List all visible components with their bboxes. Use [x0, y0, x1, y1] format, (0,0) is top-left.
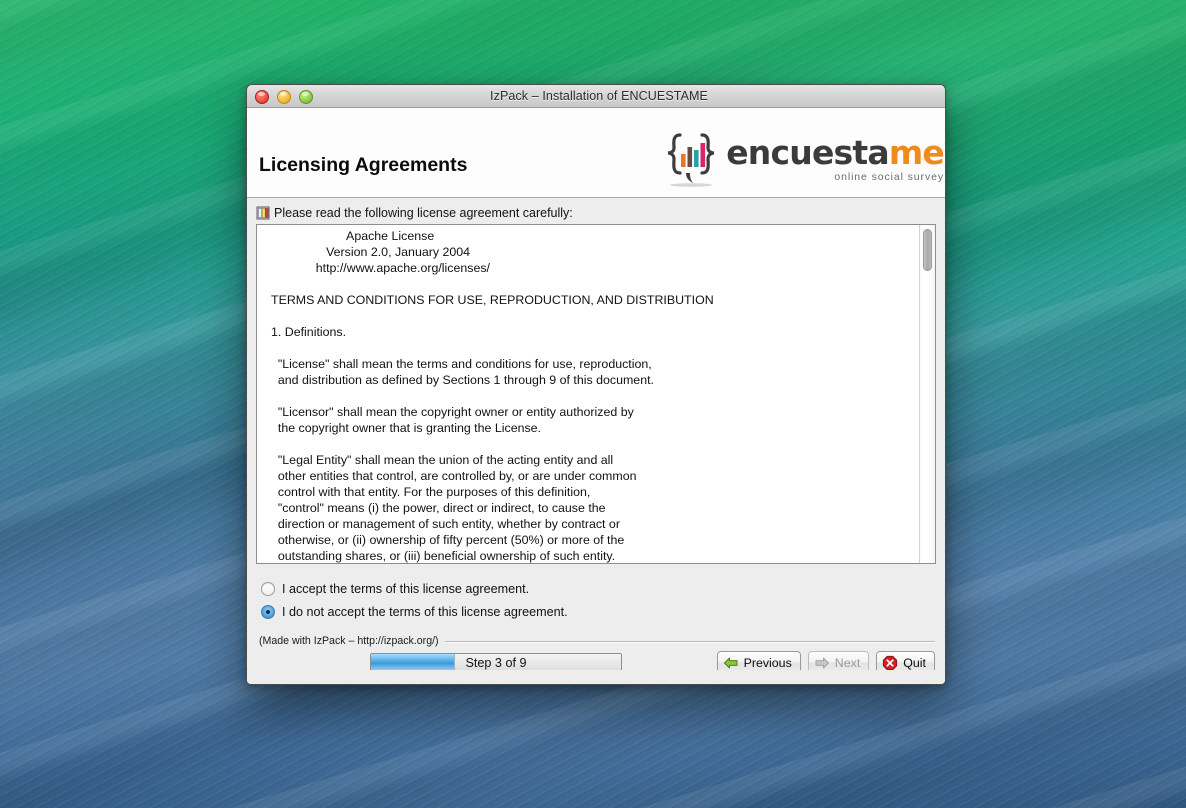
license-content-area: Please read the following license agreem…	[247, 198, 945, 569]
radio-decline-label: I do not accept the terms of this licens…	[282, 604, 568, 619]
logo-word-part1: encuesta	[726, 132, 889, 172]
read-instruction-text: Please read the following license agreem…	[274, 205, 573, 220]
radio-decline-license[interactable]: I do not accept the terms of this licens…	[261, 600, 945, 623]
window-bottom-edge	[247, 670, 945, 684]
window-title: IzPack – Installation of ENCUESTAME	[490, 89, 708, 103]
quit-button-label: Quit	[903, 655, 926, 670]
license-choice-group: I accept the terms of this license agree…	[247, 569, 945, 623]
license-scrollbar[interactable]	[919, 225, 935, 563]
progress-bar-label: Step 3 of 9	[465, 655, 527, 670]
made-with-row: (Made with IzPack – http://izpack.org/)	[259, 635, 935, 647]
arrow-right-icon	[814, 655, 830, 671]
made-with-izpack-text: (Made with IzPack – http://izpack.org/)	[259, 635, 439, 647]
logo-word: encuestame	[726, 132, 945, 172]
book-icon	[256, 206, 270, 220]
page-title: Licensing Agreements	[259, 154, 468, 176]
page-header: Licensing Agreements encuestame online s…	[247, 108, 945, 198]
installer-window: IzPack – Installation of ENCUESTAME Lice…	[246, 84, 946, 685]
minimize-button[interactable]	[277, 90, 291, 104]
logo-bars-bracket-icon	[660, 128, 722, 190]
license-text-box[interactable]: Apache License Version 2.0, January 2004…	[256, 224, 936, 564]
radio-accept-license[interactable]: I accept the terms of this license agree…	[261, 577, 945, 600]
license-scrollbar-thumb[interactable]	[923, 229, 932, 271]
stop-x-icon	[882, 655, 898, 671]
radio-decline-indicator[interactable]	[261, 604, 275, 619]
footer-divider	[444, 640, 935, 642]
next-button-label: Next	[834, 655, 861, 670]
logo-word-part2: me	[888, 132, 945, 172]
window-titlebar[interactable]: IzPack – Installation of ENCUESTAME	[247, 85, 945, 108]
close-button[interactable]	[255, 90, 269, 104]
read-instruction-row: Please read the following license agreem…	[256, 204, 936, 221]
previous-button-label: Previous	[743, 655, 792, 670]
arrow-left-icon	[723, 655, 739, 671]
zoom-button[interactable]	[299, 90, 313, 104]
window-controls	[255, 90, 313, 104]
radio-accept-indicator[interactable]	[261, 581, 275, 596]
license-text: Apache License Version 2.0, January 2004…	[271, 229, 714, 563]
logo-wordmark: encuestame online social survey	[726, 132, 945, 183]
logo-tagline: online social survey	[834, 170, 944, 183]
radio-accept-label: I accept the terms of this license agree…	[282, 581, 530, 596]
encuestame-logo: encuestame online social survey	[660, 128, 945, 190]
